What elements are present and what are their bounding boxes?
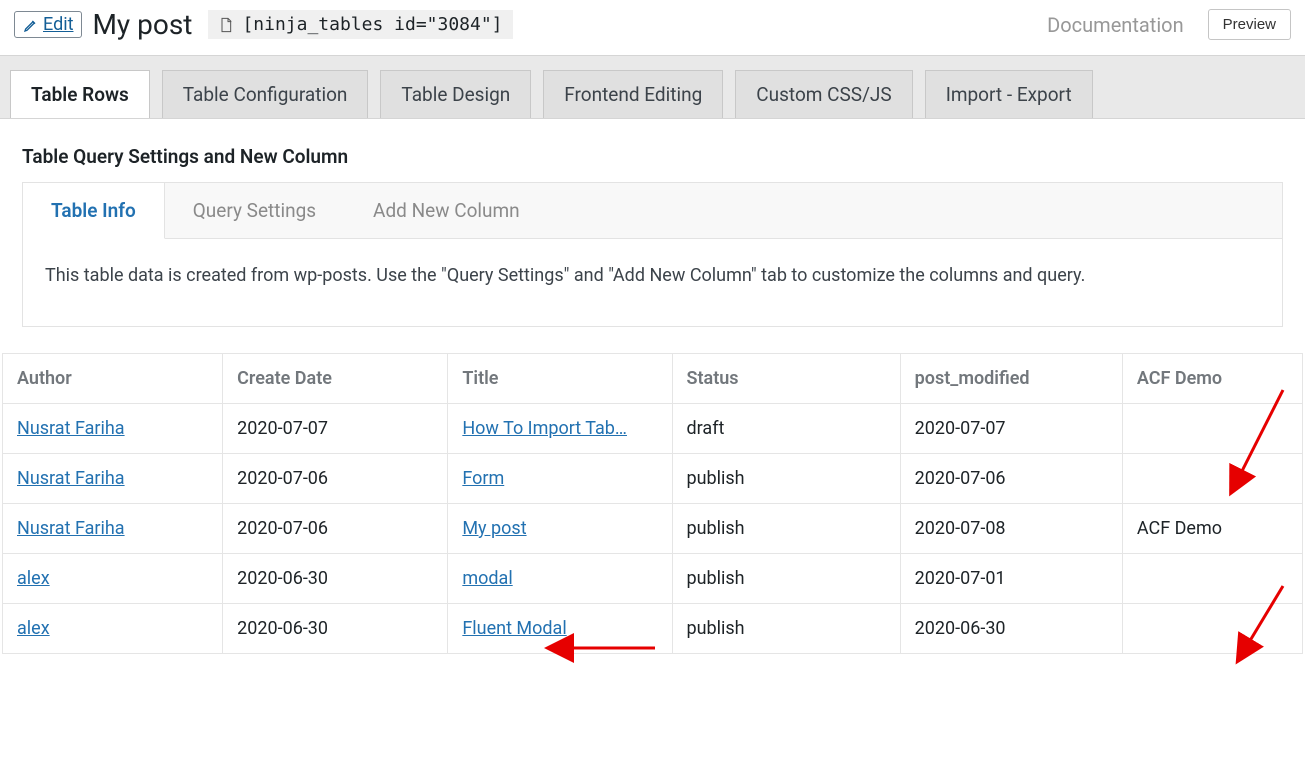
author-link[interactable]: Nusrat Fariha <box>17 418 125 439</box>
panel-body-text: This table data is created from wp-posts… <box>23 239 1282 326</box>
cell-post-modified: 2020-07-07 <box>900 404 1122 454</box>
table-row: alex 2020-06-30 modal publish2020-07-01 <box>3 554 1303 604</box>
preview-button[interactable]: Preview <box>1208 9 1291 40</box>
tab-import-export[interactable]: Import - Export <box>925 70 1093 118</box>
cell-acf-demo <box>1122 454 1302 504</box>
cell-status: publish <box>672 554 900 604</box>
col-title[interactable]: Title <box>448 354 672 404</box>
table-header-row: Author Create Date Title Status post_mod… <box>3 354 1303 404</box>
tab-table-design[interactable]: Table Design <box>380 70 531 118</box>
cell-status: publish <box>672 504 900 554</box>
cell-create-date: 2020-07-06 <box>223 454 448 504</box>
cell-create-date: 2020-06-30 <box>223 554 448 604</box>
title-link[interactable]: How To Import Tab… <box>462 418 627 439</box>
title-link[interactable]: My post <box>462 518 526 539</box>
author-link[interactable]: alex <box>17 568 50 589</box>
cell-acf-demo <box>1122 554 1302 604</box>
cell-post-modified: 2020-06-30 <box>900 604 1122 654</box>
col-acf-demo[interactable]: ACF Demo <box>1122 354 1302 404</box>
settings-panel: Table Info Query Settings Add New Column… <box>22 182 1283 327</box>
col-create-date[interactable]: Create Date <box>223 354 448 404</box>
table-row: Nusrat Fariha2020-07-06Formpublish2020-0… <box>3 454 1303 504</box>
tab-custom-css-js[interactable]: Custom CSS/JS <box>735 70 912 118</box>
posts-table: Author Create Date Title Status post_mod… <box>2 353 1303 654</box>
table-row: Nusrat Fariha 2020-07-07 How To Import Tab… <box>3 404 1303 454</box>
cell-post-modified: 2020-07-08 <box>900 504 1122 554</box>
cell-status: publish <box>672 604 900 654</box>
document-icon <box>218 16 234 34</box>
col-status[interactable]: Status <box>672 354 900 404</box>
edit-label: Edit <box>43 14 73 35</box>
inner-tab-add-new-column[interactable]: Add New Column <box>345 183 549 238</box>
section-heading: Table Query Settings and New Column <box>0 119 1305 182</box>
title-link[interactable]: Fluent Modal <box>462 618 566 639</box>
page-header: Edit My post [ninja_tables id="3084"] Do… <box>0 0 1305 45</box>
table-row: alex2020-06-30Fluent Modalpublish2020-06… <box>3 604 1303 654</box>
cell-status: publish <box>672 454 900 504</box>
cell-status: draft <box>672 404 900 454</box>
inner-tabbar: Table Info Query Settings Add New Column <box>23 183 1282 239</box>
tab-frontend-editing[interactable]: Frontend Editing <box>543 70 723 118</box>
title-link[interactable]: Form <box>462 468 504 489</box>
edit-button[interactable]: Edit <box>14 11 82 38</box>
tab-table-configuration[interactable]: Table Configuration <box>162 70 369 118</box>
inner-tab-table-info[interactable]: Table Info <box>23 183 165 239</box>
table-row: Nusrat Fariha 2020-07-06 My post publish202… <box>3 504 1303 554</box>
cell-create-date: 2020-07-07 <box>223 404 448 454</box>
inner-tab-query-settings[interactable]: Query Settings <box>165 183 345 238</box>
author-link[interactable]: Nusrat Fariha <box>17 468 125 489</box>
tab-table-rows[interactable]: Table Rows <box>10 70 150 118</box>
shortcode-box[interactable]: [ninja_tables id="3084"] <box>208 10 512 39</box>
main-tabbar: Table Rows Table Configuration Table Des… <box>0 55 1305 119</box>
author-link[interactable]: Nusrat Fariha <box>17 518 125 539</box>
cell-acf-demo: ACF Demo <box>1122 504 1302 554</box>
cell-acf-demo <box>1122 604 1302 654</box>
pencil-icon <box>23 17 39 33</box>
col-author[interactable]: Author <box>3 354 223 404</box>
documentation-link[interactable]: Documentation <box>1047 13 1184 37</box>
shortcode-text: [ninja_tables id="3084"] <box>242 14 502 35</box>
cell-create-date: 2020-06-30 <box>223 604 448 654</box>
cell-acf-demo <box>1122 404 1302 454</box>
page-title: My post <box>92 8 192 41</box>
author-link[interactable]: alex <box>17 618 50 639</box>
cell-post-modified: 2020-07-06 <box>900 454 1122 504</box>
title-link[interactable]: modal <box>462 568 512 589</box>
cell-create-date: 2020-07-06 <box>223 504 448 554</box>
col-post-modified[interactable]: post_modified <box>900 354 1122 404</box>
cell-post-modified: 2020-07-01 <box>900 554 1122 604</box>
